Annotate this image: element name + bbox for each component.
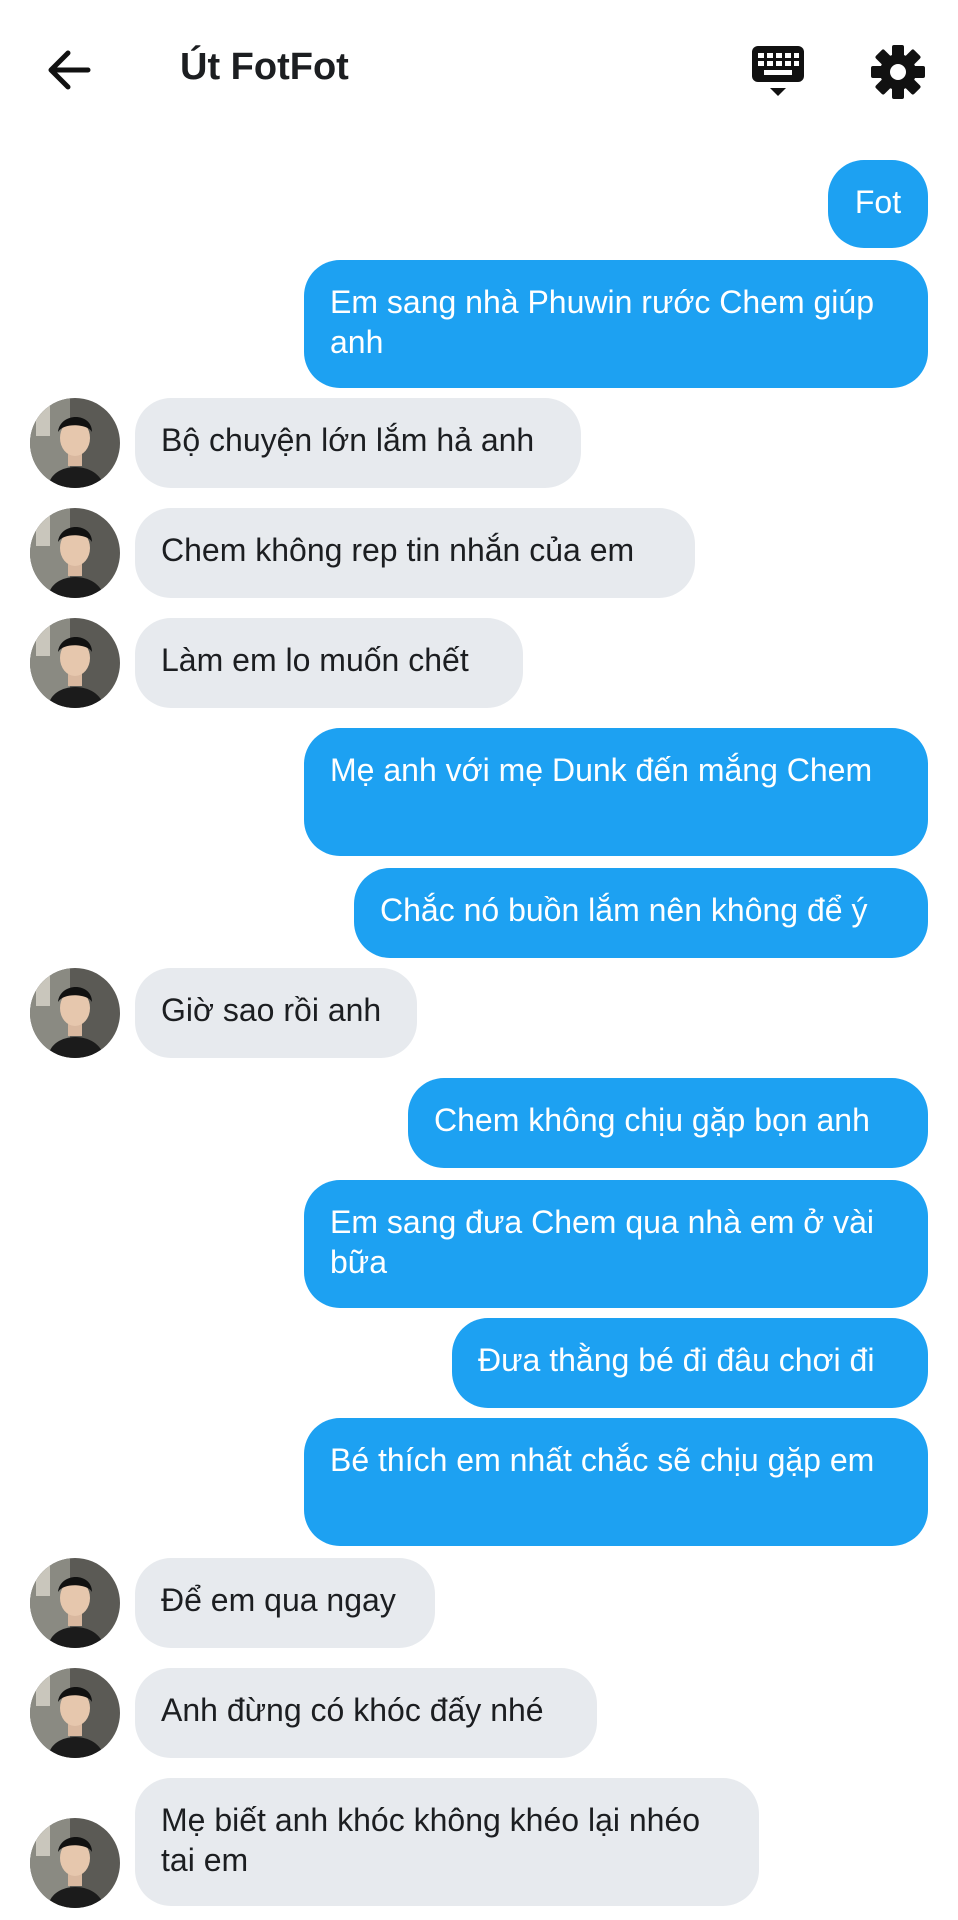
- avatar[interactable]: [30, 398, 120, 488]
- gear-icon: [871, 45, 925, 99]
- avatar[interactable]: [30, 1668, 120, 1758]
- message-outgoing[interactable]: Fot: [828, 160, 928, 248]
- profile-photo: [30, 968, 120, 1058]
- chat-header: Út FotFot: [0, 0, 958, 140]
- avatar[interactable]: [30, 508, 120, 598]
- avatar[interactable]: [30, 1558, 120, 1648]
- message-outgoing[interactable]: Chem không chịu gặp bọn anh: [408, 1078, 928, 1168]
- message-incoming[interactable]: Chem không rep tin nhắn của em: [135, 508, 695, 598]
- profile-photo: [30, 398, 120, 488]
- message-outgoing[interactable]: Em sang đưa Chem qua nhà em ở vài bữa: [304, 1180, 928, 1308]
- message-incoming[interactable]: Để em qua ngay: [135, 1558, 435, 1648]
- message-outgoing[interactable]: Đưa thằng bé đi đâu chơi đi: [452, 1318, 928, 1408]
- message-outgoing[interactable]: Chắc nó buồn lắm nên không để ý: [354, 868, 928, 958]
- keyboard-icon: [752, 46, 804, 96]
- message-incoming[interactable]: Mẹ biết anh khóc không khéo lại nhéo tai…: [135, 1778, 759, 1906]
- message-outgoing[interactable]: Em sang nhà Phuwin rước Chem giúp anh: [304, 260, 928, 388]
- avatar[interactable]: [30, 968, 120, 1058]
- keyboard-button[interactable]: [748, 44, 808, 100]
- avatar[interactable]: [30, 1818, 120, 1908]
- profile-photo: [30, 508, 120, 598]
- profile-photo: [30, 1558, 120, 1648]
- avatar[interactable]: [30, 618, 120, 708]
- message-incoming[interactable]: Làm em lo muốn chết: [135, 618, 523, 708]
- profile-photo: [30, 1668, 120, 1758]
- message-incoming[interactable]: Giờ sao rồi anh: [135, 968, 417, 1058]
- arrow-left-icon: [48, 50, 91, 90]
- settings-button[interactable]: [868, 42, 928, 102]
- message-incoming[interactable]: Bộ chuyện lớn lắm hả anh: [135, 398, 581, 488]
- back-button[interactable]: [40, 40, 100, 100]
- message-incoming[interactable]: Anh đừng có khóc đấy nhé: [135, 1668, 597, 1758]
- message-outgoing[interactable]: Mẹ anh với mẹ Dunk đến mắng Chem: [304, 728, 928, 856]
- profile-photo: [30, 618, 120, 708]
- message-outgoing[interactable]: Bé thích em nhất chắc sẽ chịu gặp em: [304, 1418, 928, 1546]
- profile-photo: [30, 1818, 120, 1908]
- contact-name: Út FotFot: [180, 46, 349, 88]
